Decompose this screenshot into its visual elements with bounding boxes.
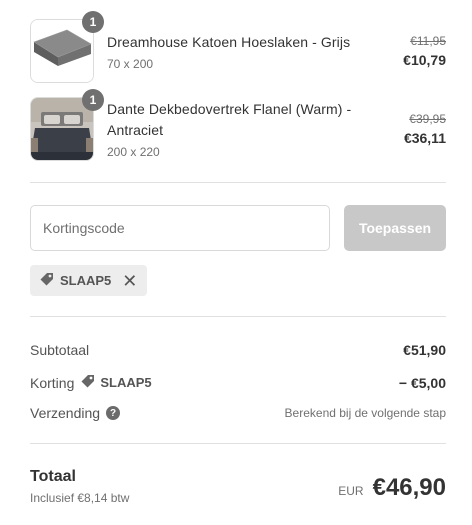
remove-discount-icon[interactable]: ✕: [122, 272, 137, 290]
product-variant: 70 x 200: [107, 56, 154, 71]
discount-value: − €5,00: [398, 374, 446, 391]
total-label: Totaal: [30, 468, 76, 485]
divider: [30, 182, 446, 183]
subtotal-label: Subtotaal: [30, 342, 90, 358]
discount-code-badge: SLAAP5: [80, 373, 152, 392]
cart-item: 1 Dreamhouse Katoen Hoeslaken - Grijs 70…: [30, 11, 446, 83]
product-thumbnail: 1: [30, 11, 104, 83]
shipping-value: Berekend bij de volgende stap: [284, 406, 446, 420]
product-thumbnail: 1: [30, 89, 104, 161]
total-block: Totaal Inclusief €8,14 btw EUR €46,90: [30, 468, 446, 505]
tax-note: Inclusief €8,14 btw: [30, 491, 130, 505]
discounted-price: €10,79: [403, 52, 446, 68]
discount-code-row: Toepassen: [30, 205, 446, 251]
applied-discount-code: SLAAP5: [60, 273, 112, 288]
subtotal-value: €51,90: [403, 342, 446, 358]
shipping-label: Verzending: [30, 405, 101, 421]
tag-icon: [80, 373, 96, 392]
discount-row: Korting SLAAP5 − €5,00: [30, 373, 446, 392]
shipping-row: Verzending ? Berekend bij de volgende st…: [30, 405, 446, 421]
tag-icon: [39, 271, 55, 290]
cart-item: 1 Dante Dekbedovertrek Flanel (Warm) - A…: [30, 89, 446, 161]
discounted-price: €36,11: [403, 130, 446, 146]
subtotal-row: Subtotaal €51,90: [30, 342, 446, 358]
divider: [30, 316, 446, 317]
help-icon[interactable]: ?: [106, 406, 121, 420]
product-variant: 200 x 220: [107, 145, 160, 159]
discount-label: Korting: [30, 374, 75, 391]
discount-code-text: SLAAP5: [100, 375, 152, 390]
quantity-badge: 1: [82, 89, 104, 111]
total-amount: €46,90: [372, 474, 446, 501]
apply-discount-button[interactable]: Toepassen: [344, 205, 446, 251]
product-title: Dreamhouse Katoen Hoeslaken - Grijs: [107, 33, 351, 50]
original-price: €39,95: [409, 112, 446, 126]
discount-code-input[interactable]: [30, 205, 330, 251]
product-title: Dante Dekbedovertrek Flanel (Warm) - Ant…: [107, 101, 352, 138]
applied-discount-chip: SLAAP5 ✕: [30, 265, 148, 296]
currency-code: EUR: [338, 484, 364, 498]
quantity-badge: 1: [82, 11, 104, 33]
original-price: €11,95: [410, 34, 446, 48]
divider: [30, 443, 446, 444]
